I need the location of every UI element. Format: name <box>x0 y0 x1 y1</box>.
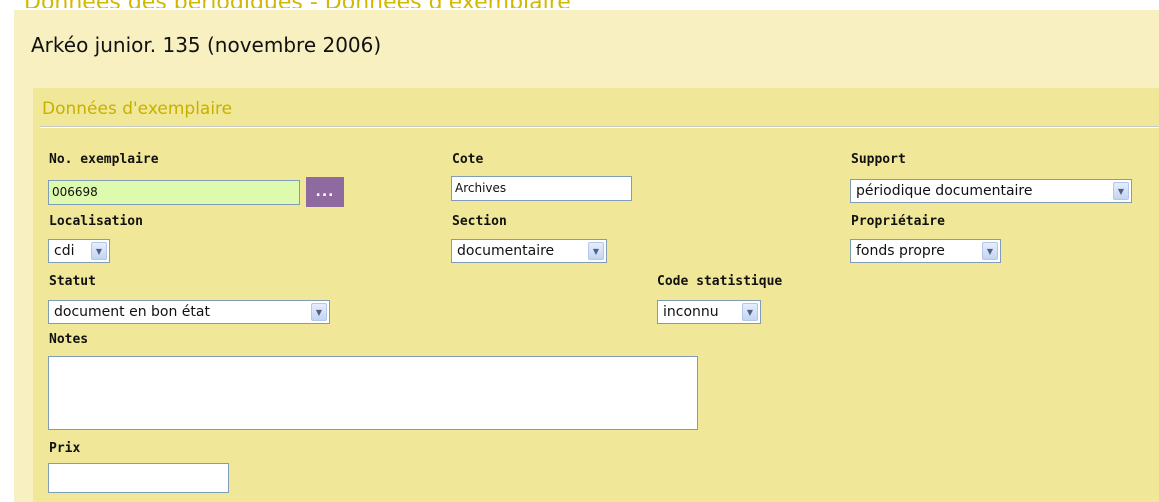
clipped-heading-text: Données des périodiques - Données d'exem… <box>24 0 571 8</box>
support-label: Support <box>851 152 906 167</box>
chevron-down-icon[interactable]: ▼ <box>742 303 758 321</box>
exemplaire-panel <box>33 88 1159 502</box>
notes-label: Notes <box>49 332 89 347</box>
chevron-down-icon[interactable]: ▼ <box>311 303 327 321</box>
proprietaire-select-value: fonds propre <box>856 243 945 259</box>
clipped-page-heading: Données des périodiques - Données d'exem… <box>24 0 724 8</box>
statut-select[interactable]: document en bon état ▼ <box>48 300 330 324</box>
no-exemplaire-input[interactable]: 006698 <box>48 180 300 205</box>
chevron-down-icon[interactable]: ▼ <box>91 242 107 260</box>
browse-exemplaire-button[interactable]: ... <box>306 177 344 207</box>
prix-input[interactable] <box>48 463 229 493</box>
cote-input[interactable]: Archives <box>451 176 632 201</box>
cote-label: Cote <box>452 152 484 167</box>
section-divider <box>40 126 1159 128</box>
page-title: Arkéo junior. 135 (novembre 2006) <box>31 33 382 57</box>
proprietaire-label: Propriétaire <box>851 214 945 229</box>
localisation-label: Localisation <box>49 214 143 229</box>
statut-select-value: document en bon état <box>54 304 210 320</box>
localisation-select-value: cdi <box>54 243 75 259</box>
code-statistique-select-value: inconnu <box>663 304 719 320</box>
proprietaire-select[interactable]: fonds propre ▼ <box>850 239 1001 263</box>
chevron-down-icon[interactable]: ▼ <box>588 242 604 260</box>
code-statistique-select[interactable]: inconnu ▼ <box>657 300 761 324</box>
section-select-value: documentaire <box>457 243 555 259</box>
chevron-down-icon[interactable]: ▼ <box>982 242 998 260</box>
statut-label: Statut <box>49 274 96 289</box>
support-select-value: périodique documentaire <box>856 183 1033 199</box>
code-statistique-label: Code statistique <box>657 274 783 289</box>
localisation-select[interactable]: cdi ▼ <box>48 239 110 263</box>
section-select[interactable]: documentaire ▼ <box>451 239 607 263</box>
section-title: Données d'exemplaire <box>42 99 233 119</box>
chevron-down-icon[interactable]: ▼ <box>1113 182 1129 200</box>
section-label: Section <box>452 214 507 229</box>
notes-textarea[interactable] <box>48 356 698 430</box>
no-exemplaire-label: No. exemplaire <box>49 152 159 167</box>
prix-label: Prix <box>49 441 81 456</box>
support-select[interactable]: périodique documentaire ▼ <box>850 179 1132 203</box>
